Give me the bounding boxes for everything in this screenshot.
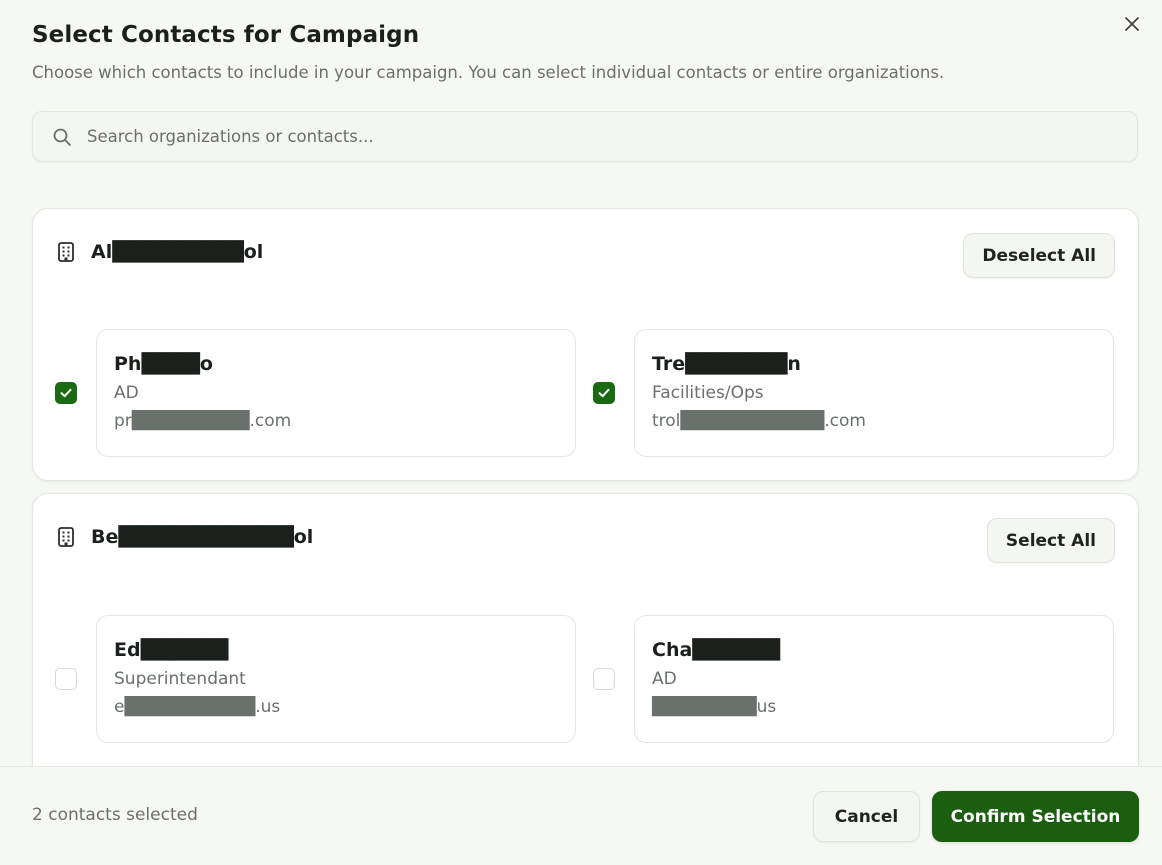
contact-item: Tre███████n Facilities/Ops trol█████████… [593,329,1114,457]
dialog-footer: 2 contacts selected Cancel Confirm Selec… [0,766,1162,865]
contact-card[interactable]: Tre███████n Facilities/Ops trol█████████… [634,329,1114,457]
contact-card[interactable]: Ed██████ Superintendant e██████████.us [96,615,576,743]
search-box [32,111,1138,162]
contact-role: Superintendant [114,669,246,689]
contact-email: e██████████.us [114,697,281,717]
contact-name: Ed██████ [114,639,229,661]
contact-card[interactable]: Cha██████ AD ████████us [634,615,1114,743]
contact-name: Ph████o [114,353,213,375]
organization-card: Al█████████ol Deselect All Ph████o AD pr… [32,208,1139,481]
organizations-list[interactable]: Al█████████ol Deselect All Ph████o AD pr… [0,192,1162,766]
organization-card: Be████████████ol Select All Ed██████ Sup… [32,493,1139,766]
contact-item: Cha██████ AD ████████us [593,615,1114,743]
checkmark-icon [598,388,610,398]
search-input[interactable] [85,111,1137,162]
contact-name: Cha██████ [652,639,780,661]
contact-card[interactable]: Ph████o AD pr█████████.com [96,329,576,457]
dialog-subtitle: Choose which contacts to include in your… [32,63,945,82]
contact-item: Ph████o AD pr█████████.com [55,329,576,457]
contact-checkbox[interactable] [55,668,77,690]
contact-email: pr█████████.com [114,411,292,431]
contact-email: trol███████████.com [652,411,866,431]
cancel-button[interactable]: Cancel [813,791,920,842]
contact-checkbox[interactable] [593,382,615,404]
dialog-title: Select Contacts for Campaign [32,22,420,48]
search-icon [51,126,73,148]
contact-checkbox[interactable] [593,668,615,690]
select-all-button[interactable]: Select All [986,518,1115,563]
building-icon [55,526,77,548]
selected-count: 2 contacts selected [32,805,198,825]
confirm-selection-button[interactable]: Confirm Selection [932,791,1139,842]
contact-name: Tre███████n [652,353,801,375]
close-icon [1125,17,1139,31]
contact-checkbox[interactable] [55,382,77,404]
close-button[interactable] [1120,12,1144,36]
organization-header: Be████████████ol [55,526,313,548]
organization-header: Al█████████ol [55,241,263,263]
organization-name: Al█████████ol [91,241,264,263]
contact-role: AD [652,669,677,689]
contact-email: ████████us [652,697,777,717]
checkmark-icon [60,388,72,398]
deselect-all-button[interactable]: Deselect All [963,233,1115,278]
contact-item: Ed██████ Superintendant e██████████.us [55,615,576,743]
organization-name: Be████████████ol [91,526,314,548]
building-icon [55,241,77,263]
select-contacts-dialog: Select Contacts for Campaign Choose whic… [0,0,1162,865]
contact-role: Facilities/Ops [652,383,764,403]
contact-role: AD [114,383,139,403]
